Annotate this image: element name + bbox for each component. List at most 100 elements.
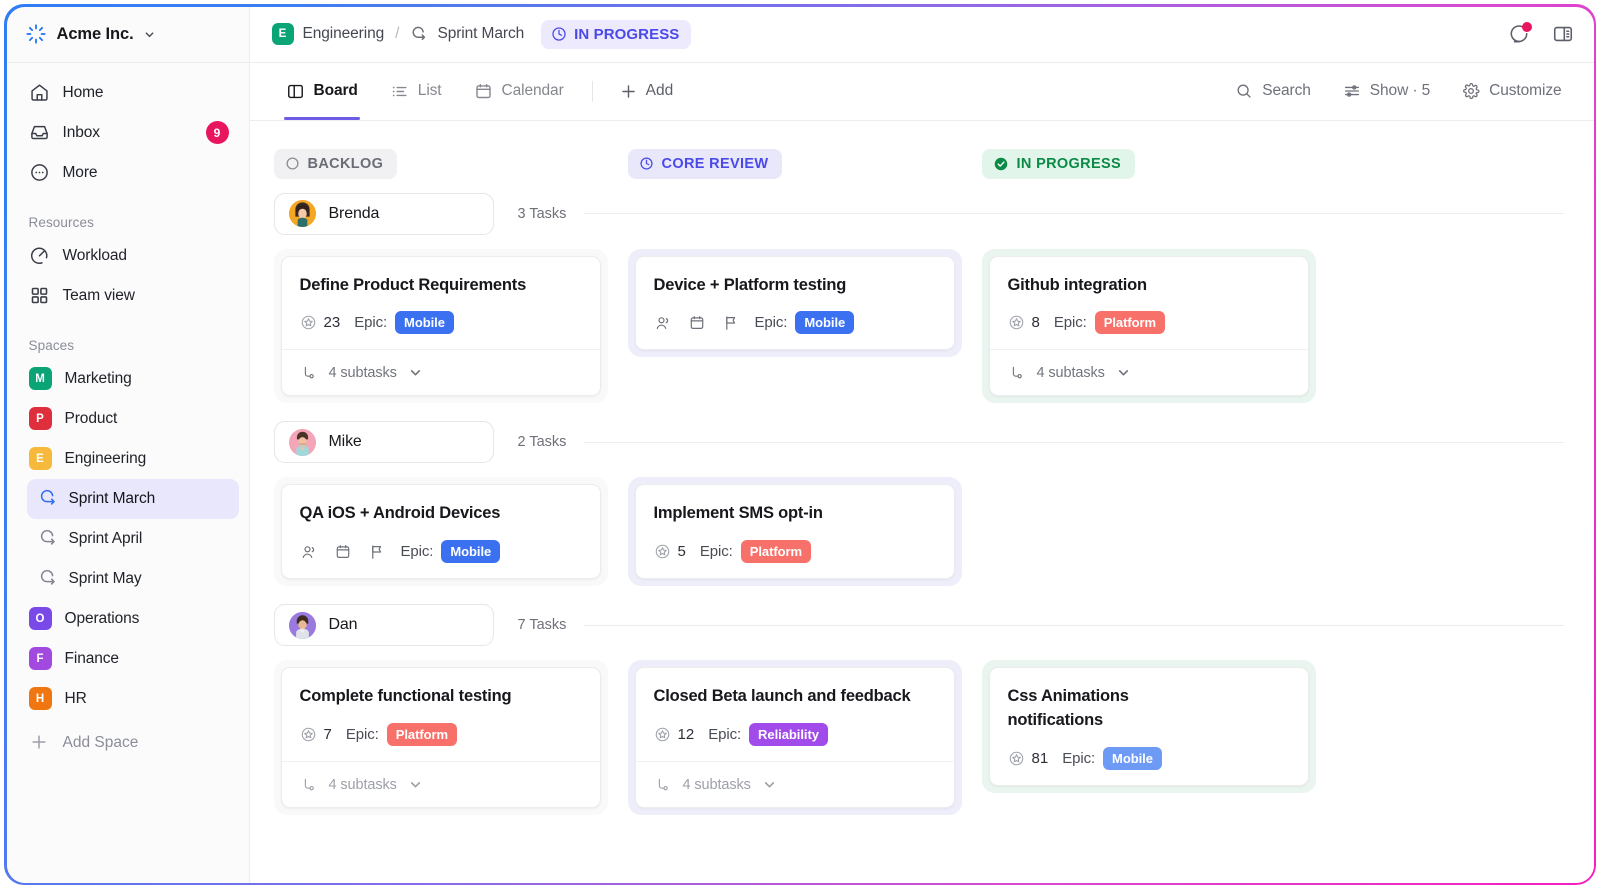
sidebar-item-workload[interactable]: Workload [17,236,239,276]
calendar-icon[interactable] [688,314,706,332]
task-subtasks-row[interactable]: 4 subtasks [282,761,600,807]
column-slot-backlog: BACKLOG [274,149,628,179]
workspace-switcher[interactable]: Acme Inc. [7,7,249,63]
inbox-unread-badge: 9 [206,121,229,144]
task-meta: 8 Epic: Platform [1008,311,1290,334]
tab-board[interactable]: Board [272,63,372,120]
notifications-icon[interactable] [1508,23,1530,45]
task-points: 8 [1008,314,1040,331]
search-button[interactable]: Search [1223,63,1323,120]
sidebar-item-sprint-may[interactable]: Sprint May [27,559,239,599]
task-points: 23 [300,314,341,331]
space-avatar: E [29,447,52,470]
sidebar-item-marketing[interactable]: M Marketing [17,359,239,399]
resources-group-title: Resources [17,215,239,230]
task-card[interactable]: Complete functional testing 7 [281,667,601,808]
show-button[interactable]: Show · 5 [1331,63,1442,120]
sidebar-item-engineering[interactable]: E Engineering [17,439,239,479]
epic-tag[interactable]: Mobile [395,311,454,334]
add-view-button[interactable]: Add [607,63,686,120]
avatar [289,200,316,227]
epic-tag[interactable]: Reliability [749,723,828,746]
task-card[interactable]: QA iOS + Android Devices [281,484,601,579]
sidebar-item-product[interactable]: P Product [17,399,239,439]
search-icon [1235,82,1253,100]
epic-tag[interactable]: Mobile [1103,747,1162,770]
panel-toggle-icon[interactable] [1552,23,1574,45]
card-slot: Closed Beta launch and feedback 12 [628,660,982,815]
inbox-icon [29,122,50,143]
tab-calendar[interactable]: Calendar [460,63,578,120]
primary-nav: Home Inbox 9 [7,63,249,763]
top-bar-actions [1508,23,1574,45]
sidebar-item-label: Inbox [63,124,100,142]
task-card-body: QA iOS + Android Devices [282,485,600,578]
tab-list[interactable]: List [376,63,456,120]
column-label: CORE REVIEW [662,156,769,172]
task-card[interactable]: Device + Platform testing [635,256,955,351]
sidebar-item-label: HR [65,690,87,708]
assignee-chip[interactable]: Dan [274,604,494,646]
task-card[interactable]: Github integration 8 Epic: [989,256,1309,397]
sidebar-item-hr[interactable]: H HR [17,679,239,719]
subtask-icon [654,776,671,793]
epic-tag[interactable]: Platform [741,540,811,563]
star-circle-icon [654,543,671,560]
flag-icon[interactable] [722,314,740,332]
breadcrumb-separator: / [395,25,399,43]
sidebar-item-finance[interactable]: F Finance [17,639,239,679]
task-meta: 81 Epic: Mobile [1008,747,1290,770]
task-card[interactable]: Implement SMS opt-in 5 Epi [635,484,955,579]
epic-tag[interactable]: Mobile [795,311,854,334]
sprint-arrow-icon [38,568,58,589]
task-subtasks-row[interactable]: 4 subtasks [282,349,600,395]
assignee-icon[interactable] [654,314,672,332]
task-subtasks-row[interactable]: 4 subtasks [990,349,1308,395]
card-container: Define Product Requirements 23 [274,249,608,404]
card-container: Complete functional testing 7 [274,660,608,815]
sidebar-item-label: Operations [65,610,140,628]
column-header-core-review[interactable]: CORE REVIEW [628,149,783,179]
column-label: IN PROGRESS [1017,156,1122,172]
sidebar-item-sprint-april[interactable]: Sprint April [27,519,239,559]
task-card[interactable]: Define Product Requirements 23 [281,256,601,397]
task-points: 81 [1008,750,1049,767]
sidebar-item-label: More [63,164,98,182]
space-avatar: M [29,367,52,390]
assignee-icon[interactable] [300,543,318,561]
calendar-icon[interactable] [334,543,352,561]
breadcrumb-list-label[interactable]: Sprint March [437,25,524,43]
sidebar-item-inbox[interactable]: Inbox 9 [17,113,239,153]
epic-label: Epic: [1062,750,1095,767]
workspace-name: Acme Inc. [57,25,134,44]
task-subtasks-row[interactable]: 4 subtasks [636,761,954,807]
sidebar-item-operations[interactable]: O Operations [17,599,239,639]
assignee-chip[interactable]: Brenda [274,193,494,235]
breadcrumb-space-label[interactable]: Engineering [303,25,385,43]
search-label: Search [1262,82,1311,100]
app-window: Acme Inc. Home [7,7,1594,883]
notification-dot [1522,22,1532,32]
task-card[interactable]: Closed Beta launch and feedback 12 [635,667,955,808]
column-header-in-progress[interactable]: IN PROGRESS [982,149,1136,179]
star-circle-icon [1008,314,1025,331]
sidebar-item-more[interactable]: More [17,153,239,193]
lane-cards: Define Product Requirements 23 [274,249,1570,404]
sidebar-item-team-view[interactable]: Team view [17,276,239,316]
sidebar-item-sprint-march[interactable]: Sprint March [27,479,239,519]
epic-tag[interactable]: Platform [387,723,457,746]
epic-tag[interactable]: Mobile [441,540,500,563]
epic-tag[interactable]: Platform [1095,311,1165,334]
task-card[interactable]: Css Animations notifications 81 [989,667,1309,786]
customize-button[interactable]: Customize [1450,63,1573,120]
sidebar-item-home[interactable]: Home [17,73,239,113]
status-badge[interactable]: IN PROGRESS [541,20,691,49]
subtask-count: 4 subtasks [683,777,751,793]
column-header-backlog[interactable]: BACKLOG [274,149,398,179]
tab-label: List [418,82,442,100]
flag-icon[interactable] [368,543,386,561]
task-meta: Epic: Mobile [654,311,936,334]
add-space-button[interactable]: Add Space [17,723,239,763]
swimlane-brenda: Brenda 3 Tasks Define Product Requiremen… [250,193,1594,404]
assignee-chip[interactable]: Mike [274,421,494,463]
